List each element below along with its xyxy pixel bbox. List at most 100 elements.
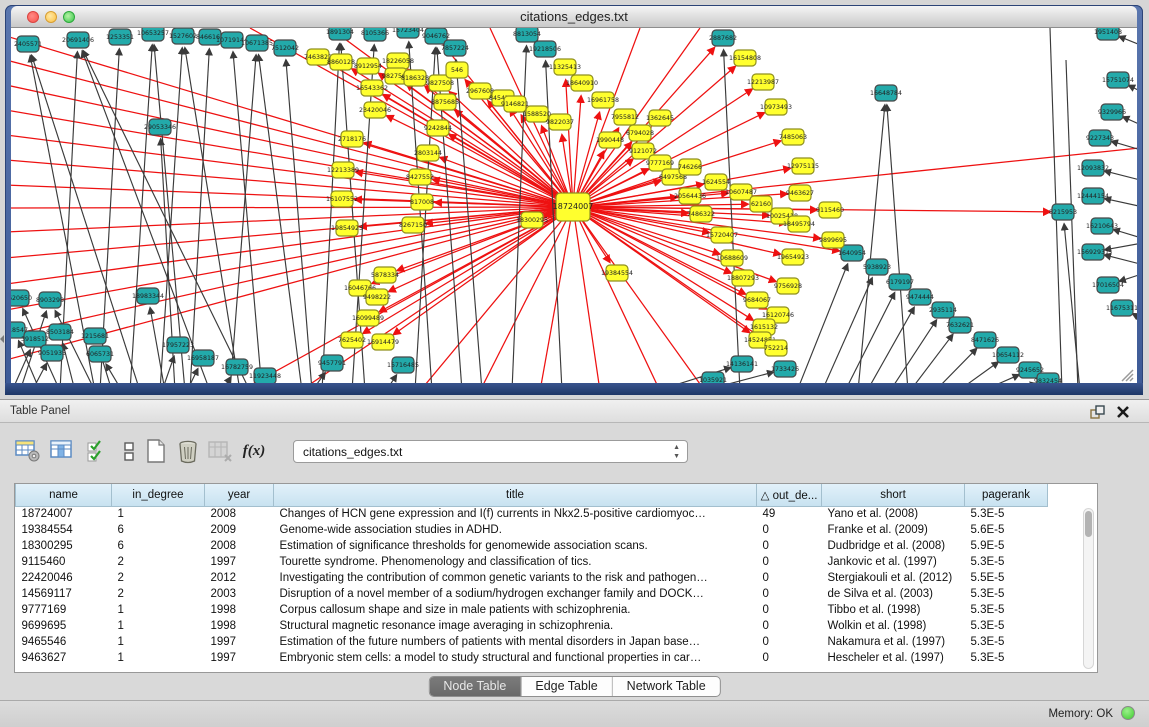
table-row[interactable]: 977716911998Corpus callosum shape and si… bbox=[16, 602, 1048, 618]
svg-text:16958187: 16958187 bbox=[187, 355, 219, 362]
svg-text:746266: 746266 bbox=[678, 164, 702, 171]
network-window: citations_edges.txt 24055712069140612533… bbox=[5, 5, 1143, 395]
cell: Wolkin et al. (1998) bbox=[822, 618, 965, 634]
svg-text:7955812: 7955812 bbox=[611, 114, 639, 121]
svg-text:6794028: 6794028 bbox=[626, 130, 654, 137]
svg-text:10653257: 10653257 bbox=[137, 30, 169, 37]
svg-text:17016504: 17016504 bbox=[1092, 282, 1124, 289]
table-body: 1872400712008Changes of HCN gene express… bbox=[16, 506, 1048, 666]
cell: 1998 bbox=[205, 618, 274, 634]
cell: 18300295 bbox=[16, 538, 112, 554]
dropdown-arrows-icon: ▲▼ bbox=[673, 443, 680, 461]
svg-text:1615132: 1615132 bbox=[750, 324, 778, 331]
table-row[interactable]: 2242004622012Investigating the contribut… bbox=[16, 570, 1048, 586]
svg-text:18640910: 18640910 bbox=[566, 80, 598, 87]
svg-text:9146821: 9146821 bbox=[501, 101, 529, 108]
table-settings-icon[interactable] bbox=[14, 437, 42, 465]
svg-text:10654112: 10654112 bbox=[992, 352, 1024, 359]
column-header-short[interactable]: short bbox=[822, 484, 965, 506]
float-window-icon[interactable] bbox=[1089, 404, 1105, 420]
svg-text:8860128: 8860128 bbox=[327, 59, 355, 66]
table-header-row[interactable]: namein_degreeyeartitle△ out_de...shortpa… bbox=[16, 484, 1048, 506]
svg-text:1891304: 1891304 bbox=[326, 29, 354, 36]
cell: 2 bbox=[112, 554, 205, 570]
table-row[interactable]: 911546021997Tourette syndrome. Phenomeno… bbox=[16, 554, 1048, 570]
cell: Genome-wide association studies in ADHD. bbox=[274, 522, 757, 538]
cell: Nakamura et al. (1997) bbox=[822, 634, 965, 650]
network-canvas[interactable]: 2405571206914061253351106532571527602846… bbox=[11, 28, 1137, 383]
cell: de Silva et al. (2003) bbox=[822, 586, 965, 602]
cell: 5.9E-5 bbox=[965, 538, 1048, 554]
svg-text:29053346: 29053346 bbox=[144, 124, 176, 131]
cell: 2008 bbox=[205, 538, 274, 554]
function-builder-icon[interactable]: f(x) bbox=[240, 437, 268, 465]
cell: 9465546 bbox=[16, 634, 112, 650]
vertical-scrollbar[interactable] bbox=[1083, 508, 1094, 669]
cell: Jankovic et al. (1997) bbox=[822, 554, 965, 570]
close-panel-icon[interactable] bbox=[1115, 404, 1131, 420]
svg-text:16782759: 16782759 bbox=[221, 364, 253, 371]
svg-text:15723404: 15723404 bbox=[392, 28, 424, 34]
cell: Structural magnetic resonance image aver… bbox=[274, 618, 757, 634]
cell: 1997 bbox=[205, 634, 274, 650]
svg-text:8215953: 8215953 bbox=[1049, 209, 1077, 216]
table-row[interactable]: 1938455462009Genome-wide association stu… bbox=[16, 522, 1048, 538]
select-columns-icon[interactable] bbox=[48, 437, 76, 465]
column-header-out_de[interactable]: △ out_de... bbox=[757, 484, 822, 506]
column-header-title[interactable]: title bbox=[274, 484, 757, 506]
tab-edge-table[interactable]: Edge Table bbox=[521, 677, 612, 697]
cell: 22420046 bbox=[16, 570, 112, 586]
memory-status-label: Memory: OK bbox=[1048, 708, 1113, 720]
svg-text:1588520: 1588520 bbox=[523, 111, 551, 118]
svg-text:11923448: 11923448 bbox=[249, 373, 281, 380]
table-source-dropdown[interactable]: citations_edges.txt ▲▼ bbox=[293, 440, 688, 463]
svg-text:9474444: 9474444 bbox=[906, 294, 934, 301]
svg-text:9227343: 9227343 bbox=[1086, 135, 1114, 142]
svg-text:7486322: 7486322 bbox=[687, 211, 715, 218]
delete-trash-icon[interactable] bbox=[174, 437, 202, 465]
column-header-in_degree[interactable]: in_degree bbox=[112, 484, 205, 506]
svg-text:16107552: 16107552 bbox=[326, 196, 358, 203]
scrollbar-thumb[interactable] bbox=[1085, 511, 1092, 537]
svg-text:9827508: 9827508 bbox=[426, 80, 454, 87]
cell: 5.3E-5 bbox=[965, 554, 1048, 570]
svg-text:9051935: 9051935 bbox=[38, 350, 66, 357]
cell: 1 bbox=[112, 634, 205, 650]
svg-text:2967608: 2967608 bbox=[466, 88, 494, 95]
svg-text:12444154: 12444154 bbox=[1077, 193, 1109, 200]
cell: Dudbridge et al. (2008) bbox=[822, 538, 965, 554]
window-titlebar[interactable]: citations_edges.txt bbox=[11, 6, 1137, 28]
unselect-rows-icon[interactable] bbox=[116, 437, 144, 465]
svg-text:8267150: 8267150 bbox=[399, 222, 427, 229]
svg-text:19218506: 19218506 bbox=[529, 46, 561, 53]
tab-network-table[interactable]: Network Table bbox=[613, 677, 720, 697]
svg-text:18226058: 18226058 bbox=[382, 58, 414, 65]
svg-text:9756928: 9756928 bbox=[774, 283, 802, 290]
column-header-pagerank[interactable]: pagerank bbox=[965, 484, 1048, 506]
svg-text:12213987: 12213987 bbox=[747, 79, 779, 86]
resize-grip-icon[interactable] bbox=[1122, 370, 1133, 381]
table-row[interactable]: 946554611997Estimation of the future num… bbox=[16, 634, 1048, 650]
panel-collapse-arrow-icon[interactable] bbox=[0, 332, 5, 344]
table-row[interactable]: 969969511998Structural magnetic resonanc… bbox=[16, 618, 1048, 634]
svg-text:19384554: 19384554 bbox=[601, 270, 633, 277]
select-all-check-icon[interactable] bbox=[84, 437, 112, 465]
cell: 0 bbox=[757, 650, 822, 666]
cell: 1 bbox=[112, 506, 205, 522]
svg-text:15692931: 15692931 bbox=[1077, 249, 1109, 256]
table-row[interactable]: 1456911722003Disruption of a novel membe… bbox=[16, 586, 1048, 602]
column-header-name[interactable]: name bbox=[16, 484, 112, 506]
table-row[interactable]: 1830029562008Estimation of significance … bbox=[16, 538, 1048, 554]
svg-text:18300295: 18300295 bbox=[516, 217, 548, 224]
svg-text:1215681: 1215681 bbox=[81, 333, 109, 340]
svg-text:5878334: 5878334 bbox=[371, 272, 399, 279]
svg-text:7632621: 7632621 bbox=[946, 322, 974, 329]
cell: 5.3E-5 bbox=[965, 506, 1048, 522]
table-row[interactable]: 946362711997Embryonic stem cells: a mode… bbox=[16, 650, 1048, 666]
svg-text:16120746: 16120746 bbox=[762, 312, 794, 319]
column-header-year[interactable]: year bbox=[205, 484, 274, 506]
tab-node-table[interactable]: Node Table bbox=[429, 677, 521, 697]
svg-text:18983344: 18983344 bbox=[132, 293, 164, 300]
table-row[interactable]: 1872400712008Changes of HCN gene express… bbox=[16, 506, 1048, 522]
new-document-icon[interactable] bbox=[142, 437, 170, 465]
